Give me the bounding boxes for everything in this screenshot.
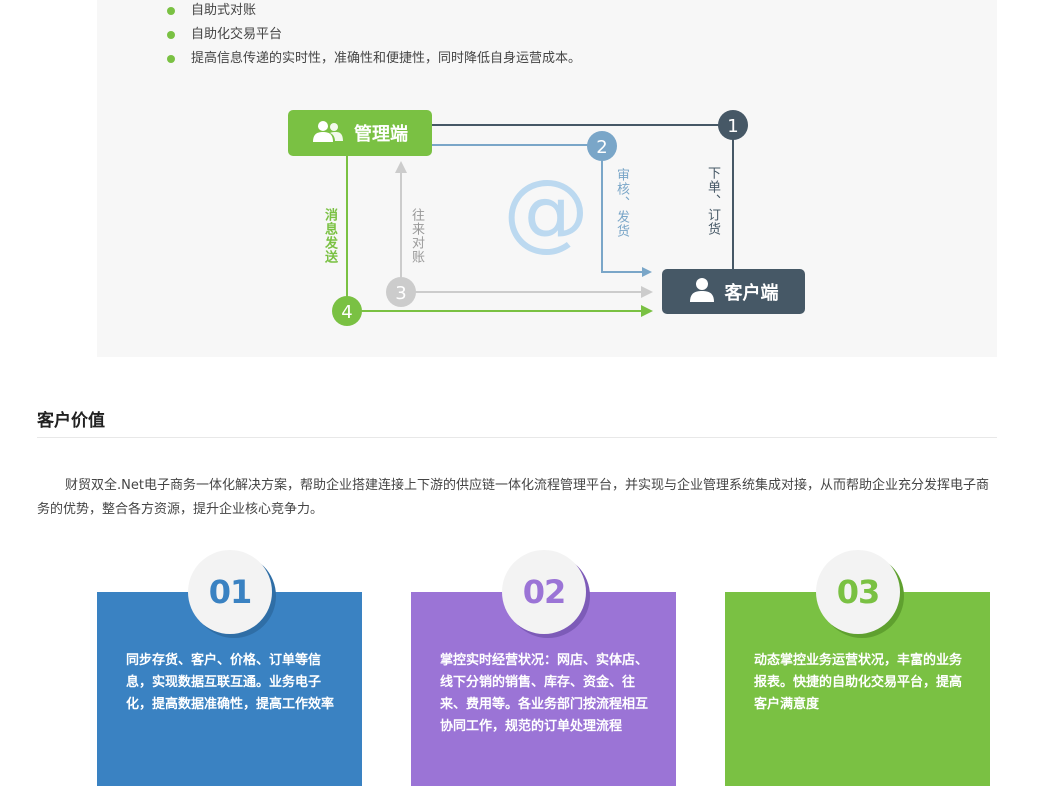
step-1-number: 1	[727, 116, 738, 137]
section-divider	[37, 437, 997, 438]
card-text: 动态掌控业务运营状况，丰富的业务报表。快捷的自助化交易平台，提高客户满意度	[754, 653, 963, 712]
section-title: 客户价值	[37, 411, 105, 431]
step-2-number: 2	[596, 137, 607, 158]
section-intro: 财贸双全.Net电子商务一体化解决方案，帮助企业搭建连接上下游的供应链一体化流程…	[37, 478, 989, 517]
accounts-label: 往来对账	[409, 208, 424, 264]
users-icon	[312, 119, 344, 148]
order-label: 下单、订货	[705, 166, 720, 236]
client-label: 客户端	[724, 282, 779, 304]
card-1-number: 01	[188, 550, 272, 634]
message-label: 消息发送	[322, 208, 337, 264]
step-3-number: 3	[395, 283, 406, 304]
at-icon: @	[503, 161, 589, 261]
card-text: 同步存货、客户、价格、订单等信息，实现数据互联互通。业务电子化，提高数据准确性，…	[126, 653, 335, 712]
workflow-diagram: 1 2 3 4 @	[332, 110, 748, 326]
card-2-number: 02	[502, 550, 586, 634]
review-label: 审核、发货	[614, 168, 629, 238]
client-node: 客户端	[662, 269, 805, 314]
user-icon	[689, 276, 715, 307]
manager-node: 管理端	[288, 110, 432, 156]
card-text: 掌控实时经营状况：网店、实体店、线下分销的销售、库存、资金、往来、费用等。各业务…	[440, 653, 649, 734]
card-3-number: 03	[816, 550, 900, 634]
manager-label: 管理端	[354, 124, 408, 145]
step-4-number: 4	[341, 302, 352, 323]
